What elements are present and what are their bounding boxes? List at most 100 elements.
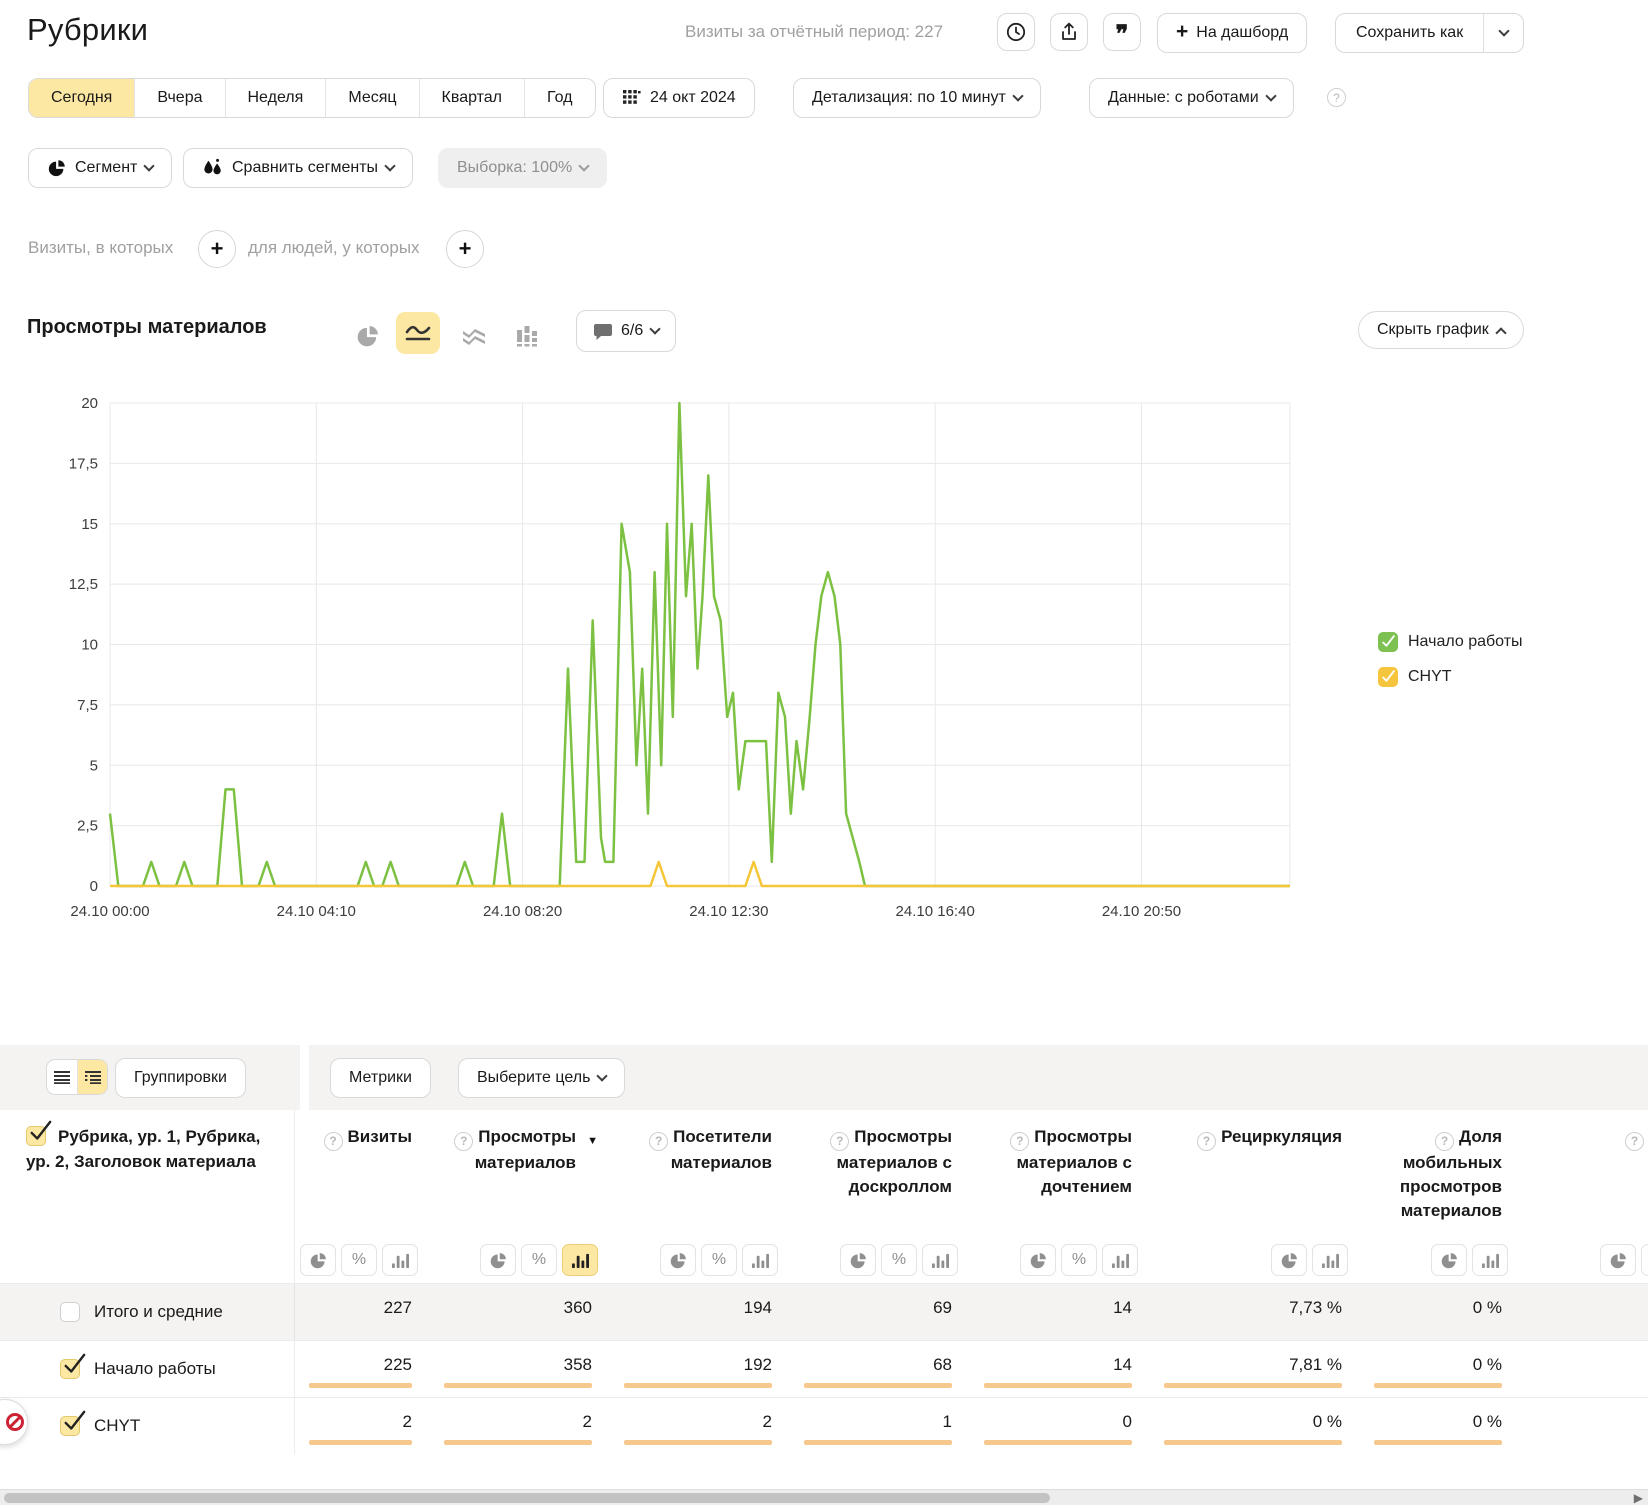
percent-metric-view-button[interactable]: % bbox=[521, 1244, 557, 1276]
date-picker-button[interactable]: 24 окт 2024 bbox=[603, 78, 755, 118]
bars-metric-view-button[interactable] bbox=[1472, 1244, 1508, 1276]
bars-metric-view-button[interactable] bbox=[562, 1244, 598, 1276]
metric-help-icon[interactable]: ? bbox=[1435, 1132, 1454, 1151]
annotations-dropdown[interactable]: 6/6 bbox=[576, 310, 676, 352]
bars-metric-view-button[interactable] bbox=[922, 1244, 958, 1276]
pie-metric-view-button[interactable] bbox=[1271, 1244, 1307, 1276]
value-bar bbox=[1374, 1383, 1502, 1388]
history-button[interactable] bbox=[997, 13, 1035, 51]
percent-metric-view-button[interactable]: % bbox=[341, 1244, 377, 1276]
metrics-button[interactable]: Метрики bbox=[330, 1058, 431, 1098]
hide-chart-button[interactable]: Скрыть график bbox=[1358, 311, 1524, 349]
metric-help-icon[interactable]: ? bbox=[1197, 1132, 1216, 1151]
speech-bubble-icon bbox=[593, 322, 613, 341]
metric-value: 360 bbox=[430, 1298, 592, 1318]
row-checkbox[interactable] bbox=[60, 1416, 80, 1436]
row-label: Итого и средние bbox=[94, 1302, 223, 1322]
export-button[interactable] bbox=[1050, 13, 1088, 51]
tree-view-button[interactable] bbox=[77, 1060, 107, 1094]
pie-metric-view-button[interactable] bbox=[840, 1244, 876, 1276]
groupings-button[interactable]: Группировки bbox=[115, 1058, 246, 1098]
tab-period-5[interactable]: Год bbox=[524, 79, 594, 117]
metric-header-2[interactable]: ?Посетители материалов bbox=[610, 1110, 790, 1237]
legend-checkbox[interactable] bbox=[1378, 667, 1398, 687]
pie-metric-view-button[interactable] bbox=[660, 1244, 696, 1276]
row-checkbox[interactable] bbox=[60, 1302, 80, 1322]
views-line-chart: 02,557,51012,51517,52024.10 00:0024.10 0… bbox=[26, 395, 1326, 943]
segment-button[interactable]: Сегмент bbox=[28, 148, 172, 188]
row-value-cell: 227 bbox=[295, 1284, 430, 1340]
metric-value: 225 bbox=[295, 1355, 412, 1375]
pie-metric-view-button[interactable] bbox=[480, 1244, 516, 1276]
pie-metric-view-button[interactable] bbox=[300, 1244, 336, 1276]
metric-help-icon[interactable]: ? bbox=[454, 1132, 473, 1151]
sort-desc-icon[interactable]: ▼ bbox=[587, 1129, 598, 1153]
row-dimension-cell: Итого и средние bbox=[0, 1284, 295, 1340]
metric-value: 194 bbox=[610, 1298, 772, 1318]
scroll-right-arrow[interactable]: ▶ bbox=[1634, 1490, 1643, 1505]
flat-list-view-button[interactable] bbox=[47, 1060, 77, 1094]
chart-type-columns-button[interactable] bbox=[510, 318, 546, 354]
tab-period-2[interactable]: Неделя bbox=[225, 79, 326, 117]
metric-header-1[interactable]: ?Просмотры материалов▼ bbox=[430, 1110, 610, 1237]
metric-header-0[interactable]: ?Визиты bbox=[295, 1110, 430, 1237]
metric-header-3[interactable]: ?Просмотры материалов с доскроллом bbox=[790, 1110, 970, 1237]
row-dimension-cell: CHYT bbox=[0, 1398, 295, 1454]
metric-help-icon[interactable]: ? bbox=[649, 1132, 668, 1151]
sample-button[interactable]: Выборка: 100% bbox=[438, 148, 607, 188]
bars-metric-view-button[interactable] bbox=[742, 1244, 778, 1276]
metric-header-6[interactable]: ?Доля мобильных просмотров материалов bbox=[1360, 1110, 1520, 1237]
bars-metric-view-button[interactable] bbox=[1312, 1244, 1348, 1276]
dimension-empty-cell bbox=[0, 1237, 295, 1283]
add-to-dashboard-button[interactable]: + На дашборд bbox=[1157, 13, 1307, 53]
tab-period-0[interactable]: Сегодня bbox=[29, 79, 134, 117]
percent-metric-view-button[interactable]: % bbox=[881, 1244, 917, 1276]
legend-checkbox[interactable] bbox=[1378, 632, 1398, 652]
data-mode-dropdown[interactable]: Данные: с роботами bbox=[1089, 78, 1294, 118]
scrollbar-thumb[interactable] bbox=[4, 1493, 1050, 1503]
percent-metric-view-button[interactable]: % bbox=[1061, 1244, 1097, 1276]
legend-item-1[interactable]: CHYT bbox=[1378, 667, 1523, 687]
compare-segments-button[interactable]: Сравнить сегменты bbox=[183, 148, 413, 188]
metric-header-5[interactable]: ?Рециркуляция bbox=[1150, 1110, 1360, 1237]
chart-type-area-button[interactable] bbox=[456, 318, 492, 354]
view-toggle bbox=[46, 1059, 108, 1095]
tab-period-4[interactable]: Квартал bbox=[419, 79, 524, 117]
help-icon[interactable]: ? bbox=[1327, 88, 1346, 107]
chart-type-pie-button[interactable] bbox=[350, 318, 386, 354]
add-people-filter-button[interactable]: + bbox=[446, 230, 484, 268]
metric-value: 2 bbox=[295, 1412, 412, 1432]
metric-header-4[interactable]: ?Просмотры материалов с дочтением bbox=[970, 1110, 1150, 1237]
goal-select-dropdown[interactable]: Выберите цель bbox=[458, 1058, 625, 1098]
metric-help-icon[interactable]: ? bbox=[830, 1132, 849, 1151]
chevron-down-icon bbox=[1012, 90, 1023, 101]
select-all-checkbox[interactable] bbox=[26, 1126, 46, 1146]
percent-metric-view-button[interactable]: % bbox=[701, 1244, 737, 1276]
tab-period-1[interactable]: Вчера bbox=[134, 79, 224, 117]
horizontal-scrollbar[interactable]: ▶ bbox=[0, 1489, 1648, 1505]
pie-metric-view-button[interactable] bbox=[1431, 1244, 1467, 1276]
column-chart-icon bbox=[516, 325, 540, 347]
tab-period-3[interactable]: Месяц bbox=[325, 79, 418, 117]
bars-metric-view-button[interactable] bbox=[382, 1244, 418, 1276]
add-visits-filter-button[interactable]: + bbox=[198, 230, 236, 268]
metric-header-7[interactable]: ?м bbox=[1520, 1110, 1648, 1237]
row-checkbox[interactable] bbox=[60, 1359, 80, 1379]
comments-button[interactable]: ❞ bbox=[1103, 13, 1141, 51]
bars-metric-view-button[interactable] bbox=[1641, 1244, 1648, 1276]
save-as-menu-button[interactable] bbox=[1483, 14, 1523, 52]
metric-help-icon[interactable]: ? bbox=[1625, 1132, 1644, 1151]
chart-type-line-button[interactable] bbox=[396, 312, 440, 354]
add-to-dashboard-label: На дашборд bbox=[1196, 24, 1288, 42]
legend-item-0[interactable]: Начало работы bbox=[1378, 632, 1523, 652]
metric-help-icon[interactable]: ? bbox=[1010, 1132, 1029, 1151]
x-axis-label: 24.10 12:30 bbox=[689, 903, 768, 920]
compare-segments-label: Сравнить сегменты bbox=[232, 159, 378, 177]
table-row-1: Начало работы22535819268147,81 %0 % bbox=[0, 1340, 1648, 1397]
pie-metric-view-button[interactable] bbox=[1020, 1244, 1056, 1276]
bars-metric-view-button[interactable] bbox=[1102, 1244, 1138, 1276]
pie-metric-view-button[interactable] bbox=[1600, 1244, 1636, 1276]
metric-help-icon[interactable]: ? bbox=[324, 1132, 343, 1151]
detalization-dropdown[interactable]: Детализация: по 10 минут bbox=[793, 78, 1041, 118]
save-as-button[interactable]: Сохранить как bbox=[1336, 14, 1483, 52]
